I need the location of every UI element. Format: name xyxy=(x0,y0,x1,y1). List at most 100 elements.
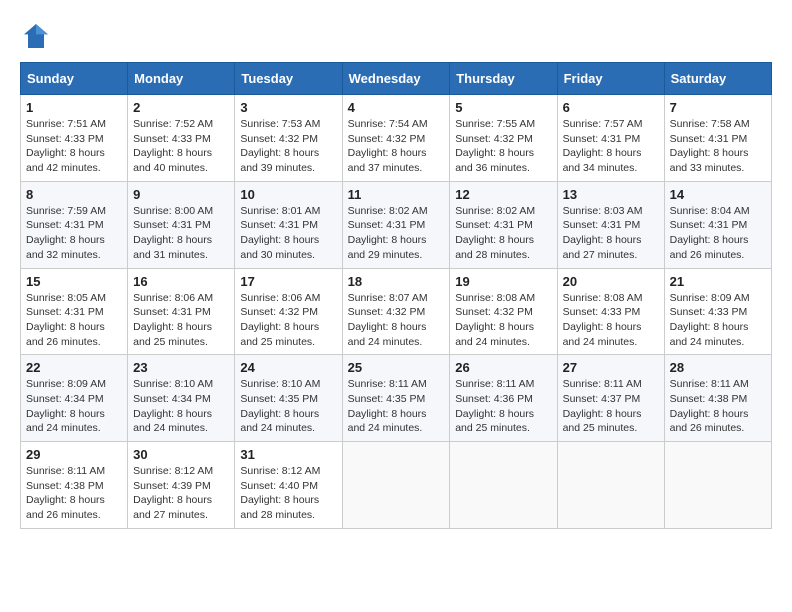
day-info: Sunrise: 8:10 AM Sunset: 4:35 PM Dayligh… xyxy=(240,377,336,436)
calendar-cell: 10 Sunrise: 8:01 AM Sunset: 4:31 PM Dayl… xyxy=(235,181,342,268)
day-number: 10 xyxy=(240,187,336,202)
calendar-cell: 25 Sunrise: 8:11 AM Sunset: 4:35 PM Dayl… xyxy=(342,355,450,442)
day-info: Sunrise: 8:08 AM Sunset: 4:32 PM Dayligh… xyxy=(455,291,551,350)
day-number: 13 xyxy=(563,187,659,202)
header-thursday: Thursday xyxy=(450,63,557,95)
day-info: Sunrise: 8:12 AM Sunset: 4:40 PM Dayligh… xyxy=(240,464,336,523)
page-header xyxy=(20,20,772,52)
calendar-cell: 31 Sunrise: 8:12 AM Sunset: 4:40 PM Dayl… xyxy=(235,442,342,529)
day-info: Sunrise: 7:54 AM Sunset: 4:32 PM Dayligh… xyxy=(348,117,445,176)
calendar-cell: 15 Sunrise: 8:05 AM Sunset: 4:31 PM Dayl… xyxy=(21,268,128,355)
day-number: 18 xyxy=(348,274,445,289)
day-number: 15 xyxy=(26,274,122,289)
logo xyxy=(20,20,56,52)
calendar-cell: 11 Sunrise: 8:02 AM Sunset: 4:31 PM Dayl… xyxy=(342,181,450,268)
day-info: Sunrise: 8:12 AM Sunset: 4:39 PM Dayligh… xyxy=(133,464,229,523)
day-info: Sunrise: 8:11 AM Sunset: 4:36 PM Dayligh… xyxy=(455,377,551,436)
day-info: Sunrise: 8:06 AM Sunset: 4:31 PM Dayligh… xyxy=(133,291,229,350)
day-info: Sunrise: 7:52 AM Sunset: 4:33 PM Dayligh… xyxy=(133,117,229,176)
day-info: Sunrise: 8:08 AM Sunset: 4:33 PM Dayligh… xyxy=(563,291,659,350)
day-info: Sunrise: 8:11 AM Sunset: 4:38 PM Dayligh… xyxy=(26,464,122,523)
calendar-cell: 20 Sunrise: 8:08 AM Sunset: 4:33 PM Dayl… xyxy=(557,268,664,355)
day-info: Sunrise: 8:02 AM Sunset: 4:31 PM Dayligh… xyxy=(348,204,445,263)
day-number: 2 xyxy=(133,100,229,115)
day-info: Sunrise: 7:53 AM Sunset: 4:32 PM Dayligh… xyxy=(240,117,336,176)
header-tuesday: Tuesday xyxy=(235,63,342,95)
calendar-cell: 30 Sunrise: 8:12 AM Sunset: 4:39 PM Dayl… xyxy=(128,442,235,529)
calendar-cell: 1 Sunrise: 7:51 AM Sunset: 4:33 PM Dayli… xyxy=(21,95,128,182)
calendar-cell: 3 Sunrise: 7:53 AM Sunset: 4:32 PM Dayli… xyxy=(235,95,342,182)
logo-icon xyxy=(20,20,52,52)
day-number: 30 xyxy=(133,447,229,462)
week-row-4: 22 Sunrise: 8:09 AM Sunset: 4:34 PM Dayl… xyxy=(21,355,772,442)
week-row-3: 15 Sunrise: 8:05 AM Sunset: 4:31 PM Dayl… xyxy=(21,268,772,355)
day-info: Sunrise: 8:11 AM Sunset: 4:35 PM Dayligh… xyxy=(348,377,445,436)
calendar-cell: 24 Sunrise: 8:10 AM Sunset: 4:35 PM Dayl… xyxy=(235,355,342,442)
week-row-2: 8 Sunrise: 7:59 AM Sunset: 4:31 PM Dayli… xyxy=(21,181,772,268)
calendar-cell xyxy=(342,442,450,529)
day-info: Sunrise: 8:06 AM Sunset: 4:32 PM Dayligh… xyxy=(240,291,336,350)
calendar-cell: 5 Sunrise: 7:55 AM Sunset: 4:32 PM Dayli… xyxy=(450,95,557,182)
calendar-table: SundayMondayTuesdayWednesdayThursdayFrid… xyxy=(20,62,772,529)
day-number: 14 xyxy=(670,187,766,202)
calendar-cell xyxy=(450,442,557,529)
day-number: 20 xyxy=(563,274,659,289)
day-number: 11 xyxy=(348,187,445,202)
calendar-cell: 12 Sunrise: 8:02 AM Sunset: 4:31 PM Dayl… xyxy=(450,181,557,268)
day-info: Sunrise: 8:11 AM Sunset: 4:38 PM Dayligh… xyxy=(670,377,766,436)
day-number: 6 xyxy=(563,100,659,115)
calendar-cell xyxy=(664,442,771,529)
day-number: 7 xyxy=(670,100,766,115)
day-number: 31 xyxy=(240,447,336,462)
day-info: Sunrise: 7:59 AM Sunset: 4:31 PM Dayligh… xyxy=(26,204,122,263)
day-number: 3 xyxy=(240,100,336,115)
header-sunday: Sunday xyxy=(21,63,128,95)
day-number: 25 xyxy=(348,360,445,375)
calendar-cell: 23 Sunrise: 8:10 AM Sunset: 4:34 PM Dayl… xyxy=(128,355,235,442)
calendar-cell: 29 Sunrise: 8:11 AM Sunset: 4:38 PM Dayl… xyxy=(21,442,128,529)
calendar-cell: 16 Sunrise: 8:06 AM Sunset: 4:31 PM Dayl… xyxy=(128,268,235,355)
calendar-cell: 27 Sunrise: 8:11 AM Sunset: 4:37 PM Dayl… xyxy=(557,355,664,442)
calendar-cell: 8 Sunrise: 7:59 AM Sunset: 4:31 PM Dayli… xyxy=(21,181,128,268)
day-number: 19 xyxy=(455,274,551,289)
day-number: 16 xyxy=(133,274,229,289)
calendar-cell: 9 Sunrise: 8:00 AM Sunset: 4:31 PM Dayli… xyxy=(128,181,235,268)
day-number: 5 xyxy=(455,100,551,115)
day-info: Sunrise: 8:05 AM Sunset: 4:31 PM Dayligh… xyxy=(26,291,122,350)
day-info: Sunrise: 8:02 AM Sunset: 4:31 PM Dayligh… xyxy=(455,204,551,263)
day-info: Sunrise: 8:00 AM Sunset: 4:31 PM Dayligh… xyxy=(133,204,229,263)
day-info: Sunrise: 7:51 AM Sunset: 4:33 PM Dayligh… xyxy=(26,117,122,176)
day-number: 24 xyxy=(240,360,336,375)
week-row-1: 1 Sunrise: 7:51 AM Sunset: 4:33 PM Dayli… xyxy=(21,95,772,182)
day-number: 17 xyxy=(240,274,336,289)
day-number: 29 xyxy=(26,447,122,462)
day-number: 9 xyxy=(133,187,229,202)
calendar-cell: 13 Sunrise: 8:03 AM Sunset: 4:31 PM Dayl… xyxy=(557,181,664,268)
calendar-cell: 28 Sunrise: 8:11 AM Sunset: 4:38 PM Dayl… xyxy=(664,355,771,442)
day-info: Sunrise: 7:55 AM Sunset: 4:32 PM Dayligh… xyxy=(455,117,551,176)
calendar-cell: 4 Sunrise: 7:54 AM Sunset: 4:32 PM Dayli… xyxy=(342,95,450,182)
day-info: Sunrise: 8:01 AM Sunset: 4:31 PM Dayligh… xyxy=(240,204,336,263)
day-number: 8 xyxy=(26,187,122,202)
header-friday: Friday xyxy=(557,63,664,95)
week-row-5: 29 Sunrise: 8:11 AM Sunset: 4:38 PM Dayl… xyxy=(21,442,772,529)
day-number: 1 xyxy=(26,100,122,115)
calendar-cell: 17 Sunrise: 8:06 AM Sunset: 4:32 PM Dayl… xyxy=(235,268,342,355)
calendar-cell: 18 Sunrise: 8:07 AM Sunset: 4:32 PM Dayl… xyxy=(342,268,450,355)
calendar-cell: 7 Sunrise: 7:58 AM Sunset: 4:31 PM Dayli… xyxy=(664,95,771,182)
day-number: 4 xyxy=(348,100,445,115)
calendar-header-row: SundayMondayTuesdayWednesdayThursdayFrid… xyxy=(21,63,772,95)
header-saturday: Saturday xyxy=(664,63,771,95)
day-info: Sunrise: 8:07 AM Sunset: 4:32 PM Dayligh… xyxy=(348,291,445,350)
calendar-cell: 2 Sunrise: 7:52 AM Sunset: 4:33 PM Dayli… xyxy=(128,95,235,182)
day-info: Sunrise: 7:58 AM Sunset: 4:31 PM Dayligh… xyxy=(670,117,766,176)
day-number: 12 xyxy=(455,187,551,202)
calendar-cell: 21 Sunrise: 8:09 AM Sunset: 4:33 PM Dayl… xyxy=(664,268,771,355)
day-info: Sunrise: 8:09 AM Sunset: 4:34 PM Dayligh… xyxy=(26,377,122,436)
day-number: 21 xyxy=(670,274,766,289)
calendar-cell xyxy=(557,442,664,529)
header-monday: Monday xyxy=(128,63,235,95)
header-wednesday: Wednesday xyxy=(342,63,450,95)
day-info: Sunrise: 8:10 AM Sunset: 4:34 PM Dayligh… xyxy=(133,377,229,436)
calendar-cell: 22 Sunrise: 8:09 AM Sunset: 4:34 PM Dayl… xyxy=(21,355,128,442)
